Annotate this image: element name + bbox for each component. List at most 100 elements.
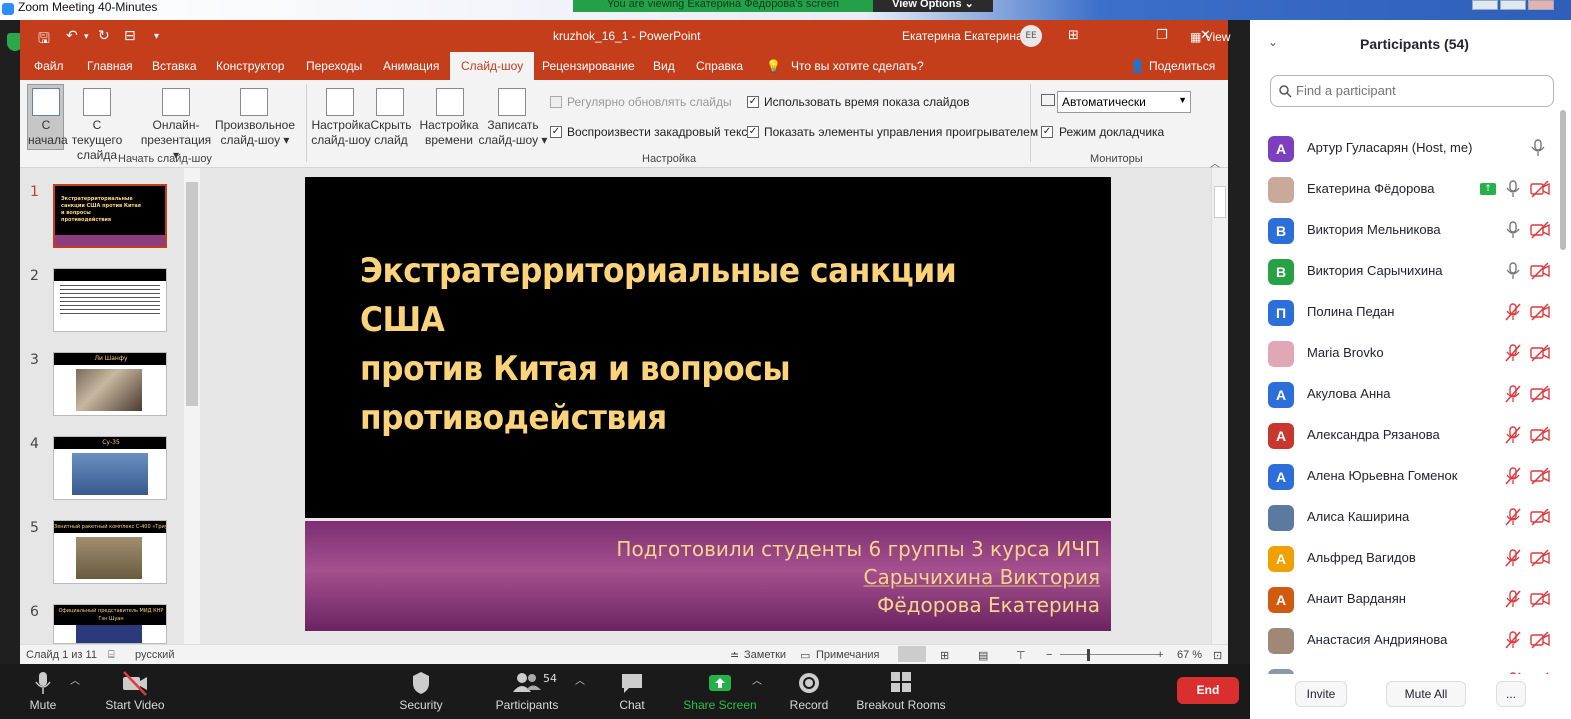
tab-review[interactable]: Рецензирование <box>542 59 635 73</box>
participant-row[interactable]: А Акулова Анна <box>1250 374 1560 415</box>
view-options-button[interactable]: View Options ⌄ <box>873 0 993 12</box>
slide-thumbnail-6[interactable]: Официальный представитель МИД КНР Гэн Шу… <box>53 604 167 644</box>
breakout-rooms-button[interactable]: Breakout Rooms <box>854 670 948 712</box>
slide-thumbnail-5[interactable]: Зенитный ракетный комплекс С-400 «Триумф… <box>53 520 167 584</box>
microphone-muted-icon[interactable] <box>1505 631 1521 649</box>
reading-view-icon[interactable]: ▤ <box>978 649 988 662</box>
slide-sorter-icon[interactable]: ⊞ <box>940 649 949 662</box>
microphone-icon[interactable] <box>1505 262 1521 280</box>
slide-thumbnail-4[interactable]: Су-35 <box>53 436 167 500</box>
zoom-in-icon[interactable]: + <box>1157 649 1163 661</box>
slide-thumbnail-1[interactable]: Экстратерриториальные санкции США против… <box>53 184 167 248</box>
notes-button[interactable]: Заметки <box>744 649 786 661</box>
minimize-button[interactable] <box>1472 0 1498 10</box>
collapse-panel-icon[interactable]: ⌄ <box>1268 35 1278 49</box>
tab-home[interactable]: Главная <box>87 59 133 73</box>
microphone-muted-icon[interactable] <box>1505 426 1521 444</box>
save-icon[interactable]: 🖫 <box>38 28 50 52</box>
zoom-view-button[interactable]: ▦ View <box>1190 30 1230 44</box>
microphone-muted-icon[interactable] <box>1505 344 1521 362</box>
spellcheck-icon[interactable]: ⌸ <box>108 649 115 662</box>
participant-row[interactable]: А Александра Рязанова <box>1250 415 1560 456</box>
microphone-icon[interactable] <box>1505 221 1521 239</box>
fit-slide-icon[interactable]: ⊡ <box>1213 649 1222 662</box>
tab-slideshow[interactable]: Слайд-шоу <box>450 52 535 80</box>
presenter-view-checkbox[interactable]: ✓ <box>1041 126 1053 138</box>
mute-all-button[interactable]: Mute All <box>1386 681 1466 707</box>
custom-show-button[interactable]: Произвольное слайд-шоу ▾ <box>214 118 296 148</box>
slideshow-view-icon[interactable]: ⊤ <box>1016 649 1026 662</box>
normal-view-button[interactable] <box>898 646 926 662</box>
tab-view[interactable]: Вид <box>653 59 675 73</box>
close-window-button[interactable] <box>1528 0 1554 10</box>
undo-dropdown-icon[interactable]: ▾ <box>84 32 89 42</box>
comments-button[interactable]: Примечания <box>816 649 880 661</box>
participant-row[interactable]: Анастасия Андриянова <box>1250 620 1560 661</box>
show-media-controls-checkbox[interactable]: ✓ <box>747 126 759 138</box>
chat-button[interactable]: Chat <box>612 670 652 712</box>
tab-insert[interactable]: Вставка <box>152 59 197 73</box>
audio-options-caret-icon[interactable]: ︿ <box>70 672 80 687</box>
play-narrations-checkbox[interactable]: ✓ <box>550 126 562 138</box>
invite-button[interactable]: Invite <box>1295 681 1347 707</box>
microphone-muted-icon[interactable] <box>1505 385 1521 403</box>
thumbnails-scroll-thumb[interactable] <box>186 182 198 406</box>
tell-me-input[interactable]: Что вы хотите сделать? <box>791 59 924 73</box>
ribbon-display-options-icon[interactable]: ⊞ <box>1068 28 1079 43</box>
participant-row[interactable]: В Виктория Мельникова <box>1250 210 1560 251</box>
microphone-muted-icon[interactable] <box>1505 303 1521 321</box>
participant-row[interactable]: В Виктория Сарычихина <box>1250 251 1560 292</box>
user-avatar[interactable]: ЕЕ <box>1020 25 1042 47</box>
zoom-slider[interactable] <box>1060 654 1158 655</box>
restore-icon[interactable]: ❐ <box>1156 28 1168 43</box>
share-button[interactable]: Поделиться <box>1149 59 1215 73</box>
record-button[interactable]: Record <box>788 670 830 712</box>
tab-help[interactable]: Справка <box>696 59 743 73</box>
slide-subtitle-area[interactable]: Подготовили студенты 6 группы 3 курса ИЧ… <box>305 518 1111 631</box>
participant-search[interactable] <box>1270 75 1554 107</box>
undo-icon[interactable]: ↶ <box>66 28 78 44</box>
zoom-out-icon[interactable]: − <box>1046 649 1052 661</box>
search-input[interactable] <box>1296 83 1546 98</box>
start-from-beginning-icon[interactable]: ⊟ <box>124 28 136 44</box>
participant-row[interactable]: А Анаит Варданян <box>1250 579 1560 620</box>
microphone-icon[interactable] <box>1505 180 1521 198</box>
participant-row[interactable]: Maria Brovko <box>1250 333 1560 374</box>
tab-animations[interactable]: Анимация <box>383 59 439 73</box>
slide-thumbnail-3[interactable]: Ли Шанфу <box>53 352 167 416</box>
participant-row[interactable]: П Полина Педан <box>1250 292 1560 333</box>
microphone-icon[interactable] <box>1530 139 1546 157</box>
hide-slide-button[interactable]: Скрыть слайд <box>370 118 412 148</box>
zoom-slider-handle[interactable] <box>1087 649 1090 661</box>
microphone-muted-icon[interactable] <box>1505 549 1521 567</box>
update-slides-checkbox[interactable] <box>550 96 562 108</box>
slide-thumbnail-2[interactable] <box>53 268 167 332</box>
current-slide[interactable]: Экстратерриториальные санкции США против… <box>305 177 1111 631</box>
rehearse-timings-button[interactable]: Настройка времени <box>418 118 480 148</box>
participant-row[interactable]: Екатерина Фёдорова ↑ <box>1250 169 1560 210</box>
share-options-caret-icon[interactable]: ︿ <box>752 672 762 687</box>
tab-file[interactable]: Файл <box>34 59 64 73</box>
end-meeting-button[interactable]: End <box>1177 677 1239 704</box>
participant-row[interactable]: А Артур Гуласарян (Host, me) <box>1250 128 1560 169</box>
language[interactable]: русский <box>135 649 174 661</box>
setup-show-button[interactable]: Настройка слайд-шоу <box>310 118 372 148</box>
zoom-level[interactable]: 67 % <box>1177 649 1202 661</box>
slide-title[interactable]: Экстратерриториальные санкции США против… <box>360 247 1004 443</box>
participants-scrollbar[interactable] <box>1559 110 1567 670</box>
editor-scroll-thumb[interactable] <box>1214 186 1226 218</box>
participants-caret-icon[interactable]: ︿ <box>575 672 585 687</box>
editor-scrollbar[interactable] <box>1211 168 1228 644</box>
customize-toolbar-icon[interactable]: ▾ <box>154 31 159 42</box>
participants-scroll-thumb[interactable] <box>1560 110 1566 250</box>
monitor-select[interactable]: Автоматически ▼ <box>1057 91 1191 113</box>
tab-design[interactable]: Конструктор <box>216 59 284 73</box>
record-slideshow-button[interactable]: Записать слайд-шоу ▾ <box>478 118 548 148</box>
use-timings-checkbox[interactable]: ✓ <box>747 96 759 108</box>
redo-icon[interactable]: ↻ <box>98 28 110 44</box>
microphone-muted-icon[interactable] <box>1505 467 1521 485</box>
microphone-muted-icon[interactable] <box>1505 508 1521 526</box>
maximize-button[interactable] <box>1500 0 1526 10</box>
user-name[interactable]: Екатерина Екатерина <box>902 29 1023 43</box>
tab-transitions[interactable]: Переходы <box>306 59 362 73</box>
